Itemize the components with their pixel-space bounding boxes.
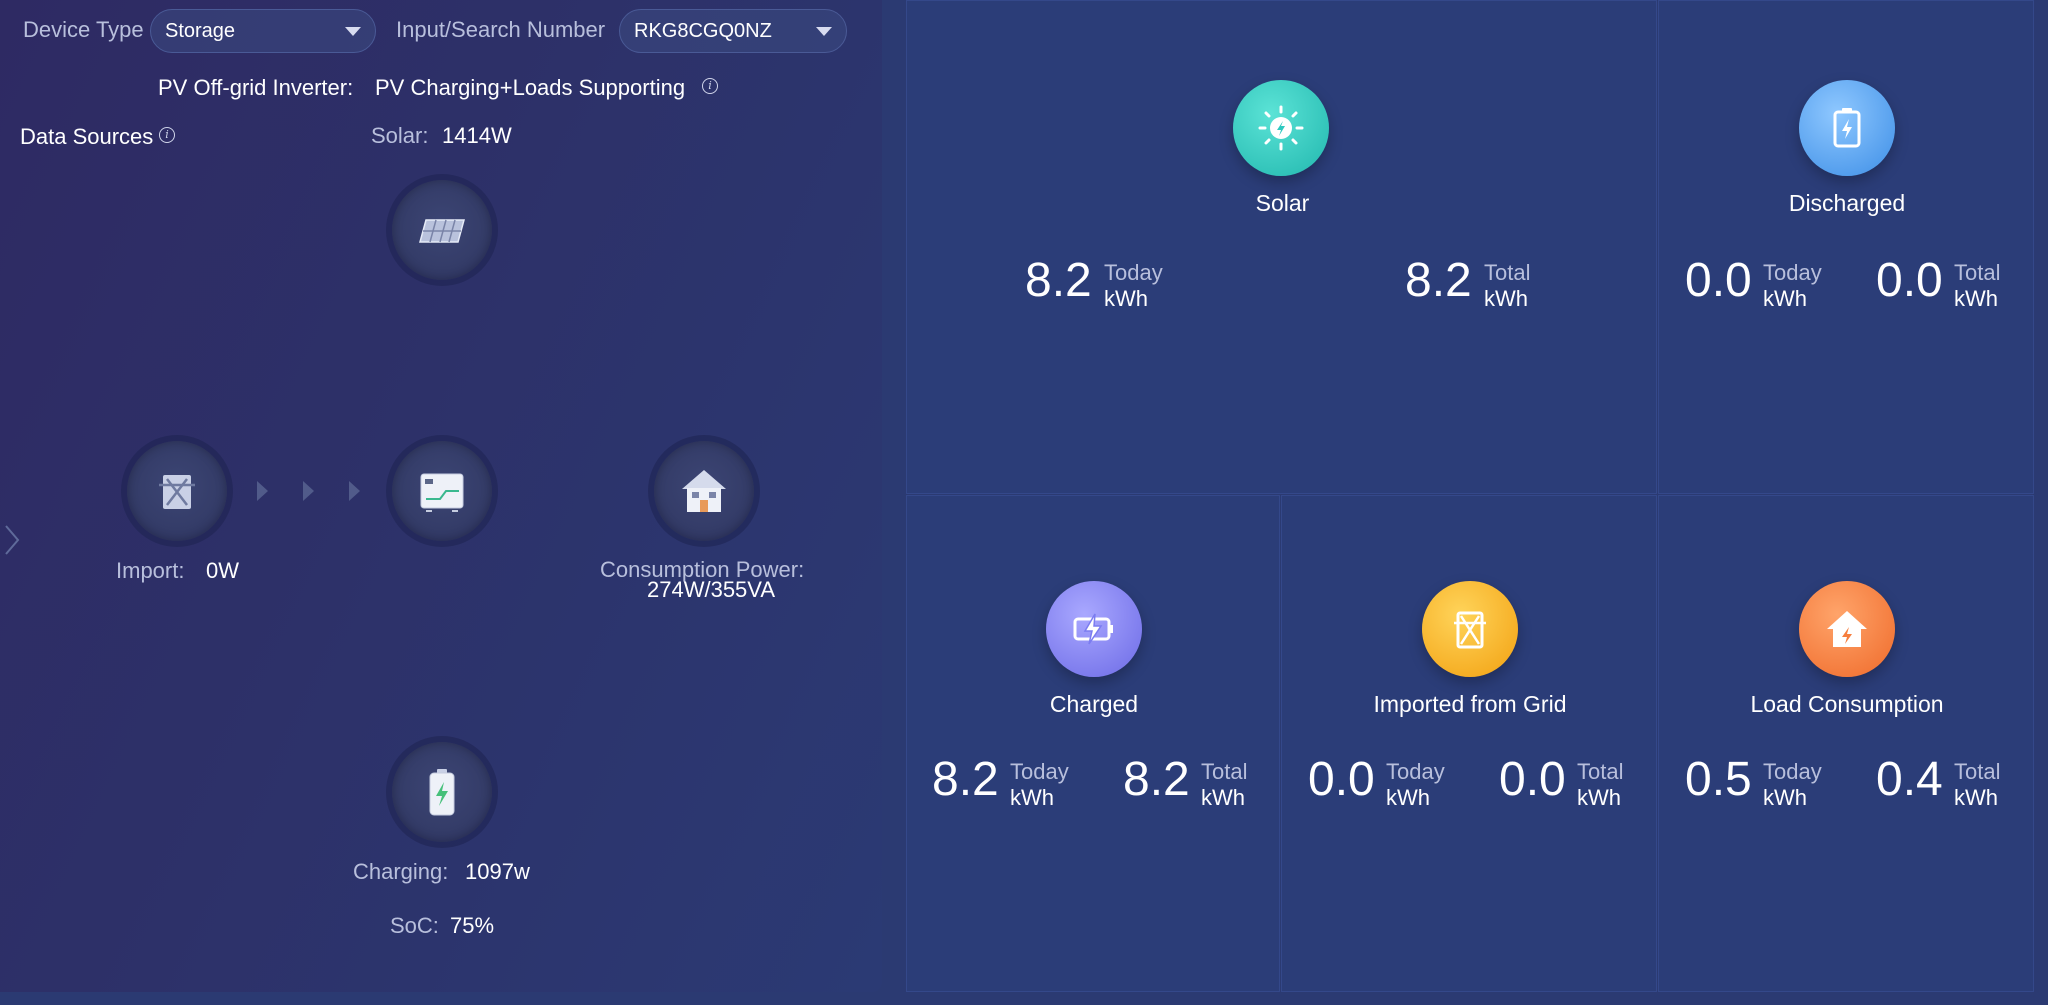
mode-info-icon[interactable]: i: [702, 78, 718, 94]
solar-today-value: 8.2: [1025, 254, 1092, 307]
search-number-label: Input/Search Number: [396, 17, 606, 42]
discharged-total-value: 0.0: [1876, 254, 1943, 307]
charged-total-value: 8.2: [1123, 753, 1190, 806]
charging-label: Charging:: [353, 859, 449, 884]
flow-arrow-2: [303, 481, 314, 501]
inverter-node: [392, 441, 492, 541]
imported-total-value: 0.0: [1499, 753, 1566, 806]
house-node: [654, 441, 754, 541]
discharged-today-label: Today: [1763, 260, 1822, 285]
grid-tower-icon: [1454, 611, 1486, 649]
discharged-today-value: 0.0: [1685, 254, 1752, 307]
charging-value: 1097w: [465, 859, 530, 884]
solar-node: [392, 180, 492, 280]
device-type-select[interactable]: Storage: [150, 9, 376, 53]
charged-today-label: Today: [1010, 759, 1069, 784]
import-label: Import:: [116, 558, 185, 583]
imported-today-unit: kWh: [1386, 785, 1430, 810]
imported-card-title: Imported from Grid: [1373, 691, 1567, 717]
energy-flow-panel: Device Type Storage Input/Search Number …: [0, 0, 882, 992]
discharged-stat-icon-wrap: [1799, 80, 1895, 176]
battery-charge-icon: [1073, 613, 1113, 645]
solar-power-label: Solar:: [371, 123, 429, 148]
consumption-power-value: 274W/355VA: [647, 577, 776, 602]
load-today-value: 0.5: [1685, 753, 1752, 806]
load-total-label: Total: [1954, 759, 2001, 784]
grid-tower-icon: [159, 475, 195, 509]
charged-stat-icon-wrap: [1046, 581, 1142, 677]
imported-total-label: Total: [1577, 759, 1624, 784]
load-stat-icon-wrap: [1799, 581, 1895, 677]
solar-power-value: 1414W: [442, 123, 512, 148]
load-today-unit: kWh: [1763, 785, 1807, 810]
solar-total-value: 8.2: [1405, 254, 1472, 307]
chevron-right-icon[interactable]: [2, 522, 20, 558]
mode-label: PV Off-grid Inverter:: [158, 75, 354, 100]
load-card-title: Load Consumption: [1750, 691, 1944, 717]
solar-today-label: Today: [1104, 260, 1163, 285]
charged-total-unit: kWh: [1201, 785, 1245, 810]
imported-total-unit: kWh: [1577, 785, 1621, 810]
solar-total-unit: kWh: [1484, 286, 1528, 311]
flow-arrow-1: [257, 481, 268, 501]
load-total-value: 0.4: [1876, 753, 1943, 806]
data-sources-label: Data Sources: [20, 124, 154, 149]
battery-discharge-icon: [1833, 108, 1861, 148]
device-type-label: Device Type: [23, 17, 144, 42]
house-icon: [1827, 611, 1867, 647]
inverter-icon: [420, 473, 464, 512]
grid-node: [127, 441, 227, 541]
soc-label: SoC:: [390, 913, 439, 938]
import-value: 0W: [206, 558, 239, 583]
imported-card: Imported from Grid 0.0 Today kWh 0.0 Tot…: [1281, 495, 1657, 992]
charged-today-unit: kWh: [1010, 785, 1054, 810]
solar-stat-icon-wrap: [1233, 80, 1329, 176]
load-today-label: Today: [1763, 759, 1822, 784]
device-type-value: Storage: [165, 20, 236, 42]
imported-today-value: 0.0: [1308, 753, 1375, 806]
load-total-unit: kWh: [1954, 785, 1998, 810]
discharged-card: Discharged 0.0 Today kWh 0.0 Total kWh: [1658, 0, 2034, 494]
search-number-value: RKG8CGQ0NZ: [634, 20, 772, 42]
battery-node: [392, 742, 492, 842]
discharged-total-unit: kWh: [1954, 286, 1998, 311]
flow-arrow-3: [349, 481, 360, 501]
discharged-today-unit: kWh: [1763, 286, 1807, 311]
solar-card: Solar 8.2 Today kWh 8.2 Total kWh: [906, 0, 1657, 494]
discharged-total-label: Total: [1954, 260, 2001, 285]
sun-icon: [1258, 105, 1304, 151]
chevron-down-icon: [816, 27, 832, 36]
charged-total-label: Total: [1201, 759, 1248, 784]
soc-value: 75%: [450, 913, 495, 938]
battery-icon: [429, 769, 455, 816]
solar-total-label: Total: [1484, 260, 1531, 285]
discharged-card-title: Discharged: [1788, 190, 1906, 216]
load-consumption-card: Load Consumption 0.5 Today kWh 0.4 Total…: [1658, 495, 2034, 992]
solar-today-unit: kWh: [1104, 286, 1148, 311]
search-number-select[interactable]: RKG8CGQ0NZ: [619, 9, 847, 53]
house-icon: [682, 470, 726, 512]
solar-panel-icon: [419, 219, 465, 243]
charged-card-title: Charged: [1049, 691, 1139, 717]
mode-value: PV Charging+Loads Supporting: [375, 75, 686, 100]
solar-card-title: Solar: [1255, 190, 1310, 216]
imported-stat-icon-wrap: [1422, 581, 1518, 677]
imported-today-label: Today: [1386, 759, 1445, 784]
chevron-down-icon: [345, 27, 361, 36]
charged-today-value: 8.2: [932, 753, 999, 806]
charged-card: Charged 8.2 Today kWh 8.2 Total kWh: [906, 495, 1280, 992]
data-sources-info-icon[interactable]: i: [159, 127, 175, 143]
